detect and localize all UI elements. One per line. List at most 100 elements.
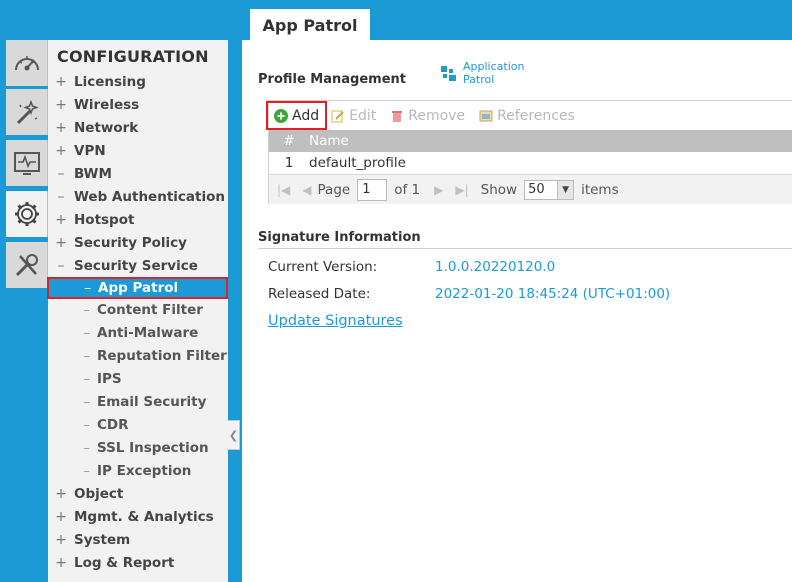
sub-item-ip-exception[interactable]: – IP Exception [48,460,228,482]
profile-table-box: Add Edit Remove References # Name 1 defa… [266,100,792,204]
app-link-line1: Application [463,60,525,73]
expand-icon: + [55,486,67,502]
nav-item-system[interactable]: + System [48,529,228,551]
nav-label: Web Authentication [74,189,225,205]
leaf-dash-icon: – [57,166,65,182]
expand-icon: + [55,235,67,251]
gear-icon[interactable] [6,191,48,237]
nav-label: VPN [74,143,106,159]
nav-label: Object [74,486,124,502]
app-link-line2: Patrol [463,73,495,86]
nav-item-log-report[interactable]: + Log & Report [48,552,228,574]
update-signatures-link[interactable]: Update Signatures [268,313,403,329]
dash-icon: – [83,302,90,318]
sub-item-ips[interactable]: – IPS [48,368,228,390]
sub-item-email-security[interactable]: – Email Security [48,391,228,413]
dashboard-icon[interactable] [6,40,48,86]
table-row[interactable]: 1 default_profile [269,152,792,174]
prev-page-icon[interactable]: ◀ [302,183,311,197]
table-header: # Name [269,130,792,152]
nav-item-object[interactable]: + Object [48,483,228,505]
nav-label: Licensing [74,74,146,90]
tools-icon[interactable] [6,242,48,288]
application-patrol-link[interactable]: Application Patrol [440,60,524,86]
section-divider [258,248,792,249]
nav-item-web-authentication[interactable]: – Web Authentication [48,186,228,208]
expand-icon: + [55,120,67,136]
dash-icon: – [83,463,90,479]
references-button[interactable]: References [479,108,575,124]
nav-label: Log & Report [74,555,175,571]
icon-rail [0,0,48,582]
nav-label: Mgmt. & Analytics [74,509,214,525]
expand-icon: + [55,555,67,571]
nav-item-vpn[interactable]: + VPN [48,140,228,162]
collapse-nav-button[interactable]: ❮ [228,420,240,450]
remove-button[interactable]: Remove [390,108,465,124]
dash-icon: – [83,394,90,410]
nav-item-security-service[interactable]: – Security Service [48,255,228,277]
sub-label: Email Security [97,394,207,410]
profile-toolbar: Add Edit Remove References [266,101,792,130]
add-icon [274,108,288,123]
monitor-icon[interactable] [6,140,48,186]
nav-item-hotspot[interactable]: + Hotspot [48,209,228,231]
dash-icon: – [83,348,90,364]
row-number: 1 [284,155,294,171]
sub-item-app-patrol[interactable]: – App Patrol [47,277,228,299]
current-version-label: Current Version: [268,259,378,275]
col-header-name[interactable]: Name [309,133,349,149]
app-patrol-icon [441,66,456,81]
nav-item-network[interactable]: + Network [48,117,228,139]
next-page-icon[interactable]: ▶ [434,183,443,197]
sub-item-content-filter[interactable]: – Content Filter [48,299,228,321]
trash-icon [392,110,403,122]
sub-item-ssl-inspection[interactable]: – SSL Inspection [48,437,228,459]
expand-icon: + [55,143,67,159]
sub-label: CDR [97,417,129,433]
show-label: Show [480,181,518,198]
first-page-icon[interactable]: |◀ [277,183,290,197]
sub-item-cdr[interactable]: – CDR [48,414,228,436]
nav-item-security-policy[interactable]: + Security Policy [48,232,228,254]
expand-icon: + [55,97,67,113]
nav-label: Hotspot [74,212,135,228]
config-nav: CONFIGURATION + Licensing + Wireless + Netw… [47,40,228,582]
nav-label: BWM [74,166,112,182]
last-page-icon[interactable]: ▶| [455,183,468,197]
items-label: items [581,181,619,198]
add-button[interactable]: Add [266,101,328,130]
row-name: default_profile [309,155,406,171]
add-label: Add [292,107,320,124]
sub-label: Content Filter [97,302,203,318]
wizard-icon[interactable] [6,89,48,135]
nav-item-wireless[interactable]: + Wireless [48,94,228,116]
edit-label: Edit [349,107,377,124]
chevron-left-icon: ❮ [228,429,239,442]
chevron-down-icon: ▼ [557,180,574,199]
current-version-value: 1.0.0.20220120.0 [435,259,556,275]
sub-item-anti-malware[interactable]: – Anti-Malware [48,322,228,344]
nav-item-licensing[interactable]: + Licensing [48,71,228,93]
edit-button[interactable]: Edit [331,108,376,124]
nav-item-mgmt-analytics[interactable]: + Mgmt. & Analytics [48,506,228,528]
expand-icon: + [55,509,67,525]
references-label: References [497,107,575,124]
sub-item-reputation-filter[interactable]: – Reputation Filter [48,345,228,367]
dash-icon: – [83,371,90,387]
page-size-value: 50 [528,182,545,197]
tab-app-patrol[interactable]: App Patrol [250,9,370,41]
expand-icon: + [55,74,67,90]
nav-label: Network [74,120,139,136]
references-icon [479,110,493,121]
page-size-select[interactable]: 50 ▼ [524,179,575,200]
nav-title: CONFIGURATION [57,47,209,66]
sub-label: Anti-Malware [97,325,199,341]
nav-item-bwm[interactable]: – BWM [48,163,228,185]
sub-label: IPS [97,371,122,387]
page-label: Page [317,181,351,198]
sub-label: Reputation Filter [97,348,227,364]
page-input[interactable]: 1 [357,178,388,201]
col-header-number[interactable]: # [269,133,309,149]
remove-label: Remove [408,107,466,124]
